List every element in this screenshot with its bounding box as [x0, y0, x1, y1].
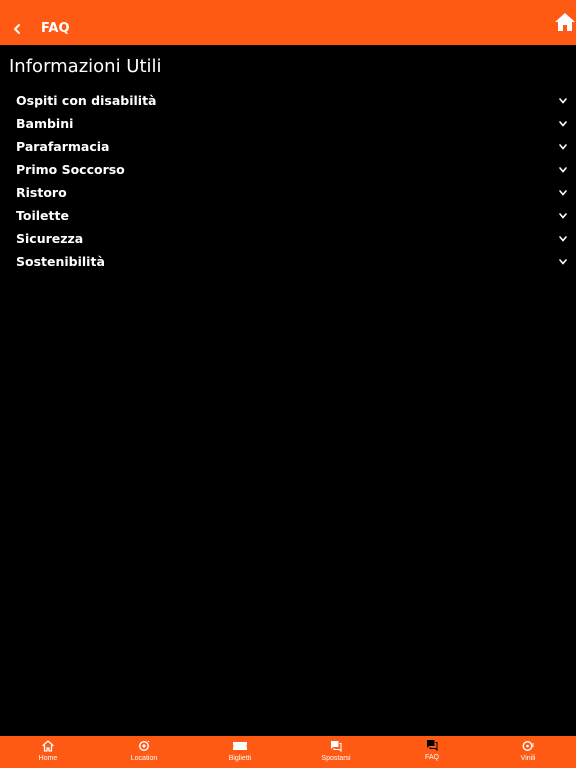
tab-home[interactable]: Home: [0, 736, 96, 768]
tab-label: Spostarsi: [321, 755, 351, 762]
chevron-down-icon: [558, 258, 568, 266]
chevron-down-icon: [558, 235, 568, 243]
faq-item-label: Parafarmacia: [16, 139, 110, 154]
back-button[interactable]: [8, 20, 26, 38]
tab-faq[interactable]: FAQ: [384, 736, 480, 768]
location-icon: [138, 740, 150, 752]
tab-spostarsi[interactable]: Spostarsi: [288, 736, 384, 768]
faq-item-primo-soccorso[interactable]: Primo Soccorso: [0, 159, 576, 182]
faq-item-bambini[interactable]: Bambini: [0, 113, 576, 136]
faq-item-sicurezza[interactable]: Sicurezza: [0, 228, 576, 251]
faq-item-label: Sicurezza: [16, 231, 84, 246]
vinyl-icon: [522, 740, 534, 752]
faq-item-label: Ospiti con disabilità: [16, 93, 157, 108]
faq-item-label: Bambini: [16, 116, 74, 131]
page-title: Informazioni Utili: [9, 56, 162, 77]
ticket-icon: [232, 740, 248, 752]
faq-list: Ospiti con disabilità Bambini Parafarmac…: [0, 90, 576, 274]
faq-item-label: Primo Soccorso: [16, 162, 125, 177]
chat-icon: [426, 739, 438, 751]
home-button[interactable]: [554, 12, 576, 32]
chat-icon: [330, 740, 342, 752]
chevron-down-icon: [558, 189, 568, 197]
bottom-tab-bar: Home Location Biglietti Spostarsi FAQ Vi…: [0, 736, 576, 768]
tab-label: Location: [130, 755, 158, 762]
faq-item-ristoro[interactable]: Ristoro: [0, 182, 576, 205]
home-icon: [554, 12, 576, 32]
home-icon: [42, 740, 54, 752]
faq-item-label: Sostenibilità: [16, 254, 105, 269]
faq-item-label: Toilette: [16, 208, 69, 223]
tab-label: FAQ: [424, 754, 439, 761]
header-title: FAQ: [41, 21, 70, 36]
faq-item-parafarmacia[interactable]: Parafarmacia: [0, 136, 576, 159]
chevron-down-icon: [558, 212, 568, 220]
faq-item-sostenibilita[interactable]: Sostenibilità: [0, 251, 576, 274]
faq-item-toilette[interactable]: Toilette: [0, 205, 576, 228]
chevron-down-icon: [558, 166, 568, 174]
tab-vinili[interactable]: Vinili: [480, 736, 576, 768]
app-header: FAQ: [0, 0, 576, 45]
tab-biglietti[interactable]: Biglietti: [192, 736, 288, 768]
chevron-down-icon: [558, 143, 568, 151]
tab-location[interactable]: Location: [96, 736, 192, 768]
faq-item-ospiti-con-disabilita[interactable]: Ospiti con disabilità: [0, 90, 576, 113]
chevron-left-icon: [8, 20, 26, 38]
tab-label: Home: [38, 755, 58, 762]
chevron-down-icon: [558, 97, 568, 105]
tab-label: Vinili: [520, 755, 536, 762]
faq-item-label: Ristoro: [16, 185, 67, 200]
tab-label: Biglietti: [228, 755, 252, 762]
chevron-down-icon: [558, 120, 568, 128]
